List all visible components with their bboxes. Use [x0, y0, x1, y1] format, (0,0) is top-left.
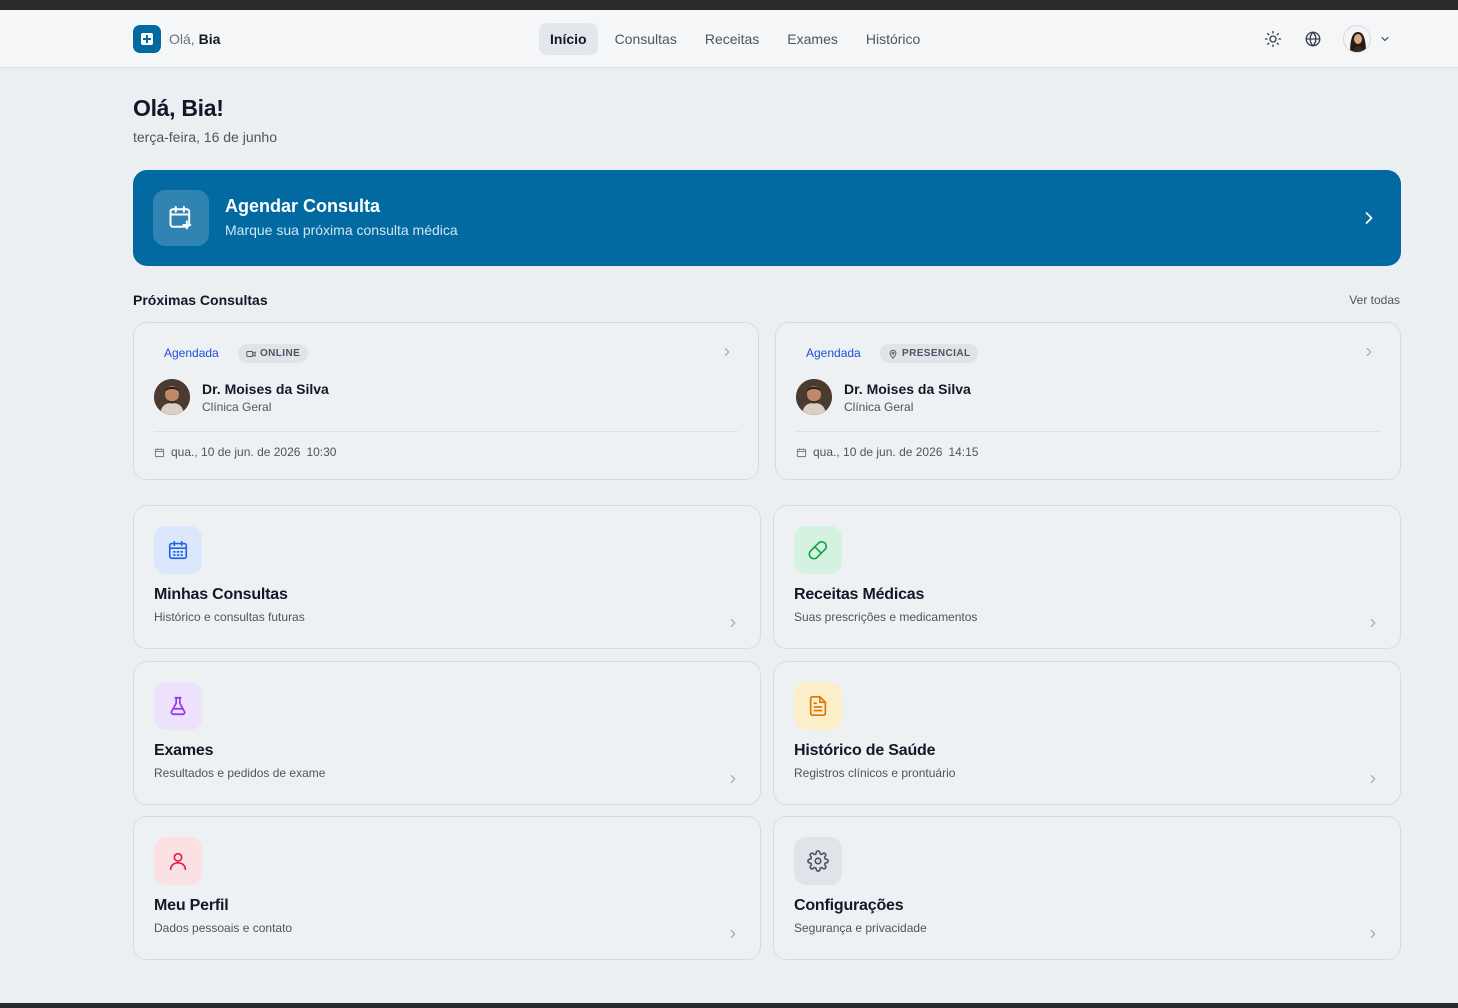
card-subtitle: Segurança e privacidade [794, 921, 927, 935]
pill-icon [794, 526, 842, 574]
map-pin-icon [889, 349, 897, 359]
nav-item-historico[interactable]: Histórico [855, 23, 931, 55]
chevron-right-icon [1366, 347, 1372, 357]
divider [796, 431, 1380, 432]
appointment-datetime: qua., 10 de jun. de 2026 14:15 [796, 445, 978, 459]
nav-item-receitas[interactable]: Receitas [694, 23, 770, 55]
doctor-avatar [154, 379, 190, 415]
view-all-link[interactable]: Ver todas [1349, 293, 1400, 307]
doctor-specialty: Clínica Geral [844, 400, 914, 414]
flask-icon [154, 682, 202, 730]
section-title-upcoming: Próximas Consultas [133, 292, 268, 308]
gear-icon [794, 837, 842, 885]
appointment-datetime: qua., 10 de jun. de 2026 10:30 [154, 445, 336, 459]
nav-item-consultas[interactable]: Consultas [604, 23, 688, 55]
chevron-right-icon [1370, 618, 1376, 628]
page-title: Olá, Bia! [133, 95, 224, 121]
status-badge: Agendada [806, 346, 861, 360]
calendar-icon [154, 447, 165, 457]
doctor-name: Dr. Moises da Silva [202, 381, 329, 397]
chevron-right-icon [730, 929, 736, 939]
card-meu-perfil[interactable]: Meu Perfil Dados pessoais e contato [133, 816, 761, 960]
avatar [1343, 25, 1371, 53]
appointment-card[interactable]: Agendada ONLINE Dr. Moises da Silva Clín… [133, 322, 759, 480]
card-title: Minhas Consultas [154, 586, 288, 603]
schedule-appointment-banner[interactable]: Agendar Consulta Marque sua próxima cons… [133, 170, 1401, 266]
file-text-icon [794, 682, 842, 730]
calendar-plus-icon [153, 190, 209, 246]
chevron-right-icon [1370, 929, 1376, 939]
main-nav: Início Consultas Receitas Exames Históri… [539, 23, 931, 55]
user-icon [154, 837, 202, 885]
card-receitas-medicas[interactable]: Receitas Médicas Suas prescrições e medi… [773, 505, 1401, 649]
brand[interactable]: Olá, Bia [133, 25, 220, 53]
divider [154, 431, 738, 432]
card-subtitle: Histórico e consultas futuras [154, 610, 305, 624]
chevron-right-icon [724, 347, 730, 357]
globe-icon[interactable] [1304, 30, 1322, 48]
card-historico-de-saude[interactable]: Histórico de Saúde Registros clínicos e … [773, 661, 1401, 805]
doctor-specialty: Clínica Geral [202, 400, 272, 414]
card-configuracoes[interactable]: Configurações Segurança e privacidade [773, 816, 1401, 960]
card-subtitle: Registros clínicos e prontuário [794, 766, 956, 780]
card-subtitle: Suas prescrições e medicamentos [794, 610, 978, 624]
doctor-name: Dr. Moises da Silva [844, 381, 971, 397]
card-title: Histórico de Saúde [794, 742, 936, 759]
card-title: Configurações [794, 897, 904, 914]
cta-title: Agendar Consulta [225, 196, 381, 216]
cta-subtitle: Marque sua próxima consulta médica [225, 222, 458, 238]
calendar-icon [796, 447, 807, 457]
chevron-down-icon [1381, 36, 1389, 42]
user-menu-button[interactable] [1343, 25, 1391, 53]
sun-icon[interactable] [1264, 30, 1282, 48]
chevron-right-icon [1370, 774, 1376, 784]
card-subtitle: Resultados e pedidos de exame [154, 766, 326, 780]
top-navbar: Olá, Bia Início Consultas Receitas Exame… [0, 10, 1458, 68]
current-date: terça-feira, 16 de junho [133, 129, 277, 145]
chevron-right-icon [1365, 212, 1373, 224]
type-badge: PRESENCIAL [880, 344, 979, 363]
card-minhas-consultas[interactable]: Minhas Consultas Histórico e consultas f… [133, 505, 761, 649]
nav-item-inicio[interactable]: Início [539, 23, 598, 55]
video-icon [246, 350, 256, 357]
card-title: Receitas Médicas [794, 586, 925, 603]
chevron-right-icon [730, 618, 736, 628]
calendar-icon [154, 526, 202, 574]
header-greeting: Olá, Bia [169, 31, 221, 47]
type-badge: ONLINE [238, 344, 309, 363]
appointment-card[interactable]: Agendada PRESENCIAL Dr. Moises da Silva … [775, 322, 1401, 480]
app-root: Olá, Bia Início Consultas Receitas Exame… [0, 10, 1458, 1003]
card-exames[interactable]: Exames Resultados e pedidos de exame [133, 661, 761, 805]
nav-item-exames[interactable]: Exames [776, 23, 849, 55]
medical-cross-logo-icon [133, 25, 161, 53]
card-title: Meu Perfil [154, 897, 229, 914]
status-badge: Agendada [164, 346, 219, 360]
card-title: Exames [154, 742, 214, 759]
chevron-right-icon [730, 774, 736, 784]
doctor-avatar [796, 379, 832, 415]
card-subtitle: Dados pessoais e contato [154, 921, 293, 935]
